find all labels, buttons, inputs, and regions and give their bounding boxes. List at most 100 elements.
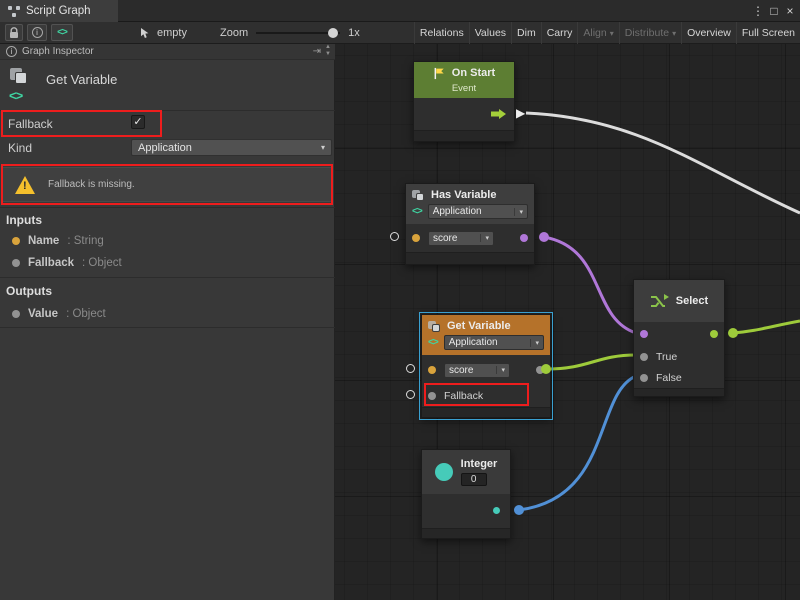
inspected-unit-title: Get Variable <box>46 72 117 87</box>
menu-icon[interactable]: ⋮ <box>750 4 766 18</box>
zoom-slider-handle[interactable] <box>328 28 338 38</box>
input-row-fallback: Fallback : Object <box>0 254 335 272</box>
integer-output-port[interactable] <box>493 507 500 514</box>
getvariable-name-unconnected-port[interactable] <box>406 364 415 373</box>
check-icon: ✓ <box>133 116 142 128</box>
break-off-icon[interactable]: ⇥ <box>313 46 321 57</box>
values-button[interactable]: Values <box>469 22 511 44</box>
lock-icon[interactable] <box>5 24 23 41</box>
warning-text: Fallback is missing. <box>48 179 135 190</box>
output-row-value: Value : Object <box>0 305 335 323</box>
code-icon[interactable]: <> <box>51 24 73 41</box>
node-get-variable[interactable]: Get Variable <> Application ▾ score ▾ Fa… <box>421 314 551 418</box>
inspector-header-label: Graph Inspector <box>22 46 94 57</box>
false-input-port[interactable] <box>640 374 648 382</box>
overview-button[interactable]: Overview <box>681 22 736 44</box>
zoom-slider[interactable] <box>256 27 340 39</box>
name-input-port[interactable] <box>412 234 420 242</box>
kind-dropdown[interactable]: Application ▾ <box>444 335 544 350</box>
node-title: Integer <box>461 458 498 470</box>
string-port-icon <box>12 237 20 245</box>
fallback-toggle-label: Fallback <box>8 117 53 131</box>
distribute-button[interactable]: Distribute▾ <box>619 22 681 44</box>
chevron-down-icon: ▾ <box>514 208 523 216</box>
close-icon[interactable]: × <box>782 4 798 18</box>
code-glyph: <> <box>57 27 67 38</box>
inputs-header: Inputs <box>6 213 42 227</box>
hasvariable-unconnected-port[interactable] <box>390 232 399 241</box>
warning-box: ! Fallback is missing. <box>2 167 332 202</box>
onstart-flow-output-port[interactable]: ▶ <box>516 107 525 119</box>
chevron-down-icon: ▾ <box>496 366 505 374</box>
graph-toolbar: i <> empty Zoom 1x Relations Values Dim … <box>0 22 800 44</box>
scroll-down-icon[interactable]: ▼ <box>325 51 331 58</box>
object-port-icon <box>12 259 20 267</box>
select-icon <box>650 294 669 309</box>
flag-icon <box>433 67 446 80</box>
variables-icon <box>412 190 425 201</box>
tab-label: Script Graph <box>26 5 91 17</box>
node-title: Has Variable <box>431 189 496 201</box>
integer-value-field[interactable]: 0 <box>461 473 487 486</box>
zoom-control: Zoom 1x <box>220 22 360 44</box>
integer-output-dot[interactable] <box>514 505 524 515</box>
inspector-header: i Graph Inspector ⇥ ▲ ▼ <box>0 44 335 60</box>
variable-name-dropdown[interactable]: score ▾ <box>428 231 494 246</box>
toolbar-buttons: Relations Values Dim Carry Align▾ Distri… <box>414 22 800 44</box>
zoom-label: Zoom <box>220 27 248 39</box>
outputs-header: Outputs <box>6 284 52 298</box>
inspector-scrollbar[interactable]: ▲ ▼ <box>322 44 334 60</box>
chevron-down-icon: ▾ <box>672 23 676 44</box>
false-port-label: False <box>656 372 682 384</box>
info-glyph: i <box>32 27 43 38</box>
selection-label: empty <box>157 27 187 39</box>
scroll-up-icon[interactable]: ▲ <box>325 44 331 51</box>
variable-name-dropdown[interactable]: score ▾ <box>444 363 510 378</box>
pointer-icon <box>140 27 151 39</box>
graph-canvas[interactable] <box>335 44 800 600</box>
script-graph-icon <box>8 6 20 17</box>
align-button[interactable]: Align▾ <box>577 22 618 44</box>
relations-button[interactable]: Relations <box>414 22 469 44</box>
fallback-input-port[interactable] <box>428 392 436 400</box>
zoom-value: 1x <box>348 27 360 39</box>
node-title: Get Variable <box>447 320 511 332</box>
select-output-dot[interactable] <box>728 328 738 338</box>
node-title: Select <box>676 295 708 307</box>
node-has-variable[interactable]: Has Variable <> Application ▾ score ▾ <box>405 183 535 265</box>
maximize-icon[interactable]: □ <box>766 4 782 18</box>
chevron-down-icon: ▾ <box>480 234 489 242</box>
kind-dropdown[interactable]: Application ▾ <box>131 139 332 156</box>
kind-value: Application <box>138 142 192 154</box>
variables-icon <box>10 68 30 85</box>
script-graph-window: Script Graph ⋮ □ × i <> empty Zoom 1x Re… <box>0 0 800 600</box>
fallback-port-label: Fallback <box>444 390 483 402</box>
bool-output-port[interactable] <box>520 234 528 242</box>
fullscreen-button[interactable]: Full Screen <box>736 22 800 44</box>
chevron-down-icon: ▾ <box>321 143 325 152</box>
variables-icon <box>428 321 441 332</box>
node-integer[interactable]: Integer 0 <box>421 449 511 539</box>
titlebar: Script Graph ⋮ □ × <box>0 0 800 22</box>
carry-button[interactable]: Carry <box>541 22 578 44</box>
selection-indicator: empty <box>140 22 187 44</box>
tab-script-graph[interactable]: Script Graph <box>0 0 118 22</box>
node-on-start[interactable]: On Start Event <box>413 61 515 142</box>
getvariable-fallback-unconnected-port[interactable] <box>406 390 415 399</box>
kind-dropdown[interactable]: Application ▾ <box>428 204 528 219</box>
getvariable-output-dot[interactable] <box>541 364 551 374</box>
code-icon: <> <box>428 337 438 348</box>
node-subtitle: Event <box>452 83 476 94</box>
hasvariable-output-dot[interactable] <box>539 232 549 242</box>
fallback-checkbox[interactable]: ✓ <box>131 115 145 129</box>
warning-icon: ! <box>15 176 35 194</box>
name-input-port[interactable] <box>428 366 436 374</box>
selection-output-port[interactable] <box>710 330 718 338</box>
node-select[interactable]: Select True False <box>633 279 725 397</box>
info-icon[interactable]: i <box>27 24 47 41</box>
true-input-port[interactable] <box>640 353 648 361</box>
condition-input-port[interactable] <box>640 330 648 338</box>
object-port-icon <box>12 310 20 318</box>
dim-button[interactable]: Dim <box>511 22 541 44</box>
chevron-down-icon: ▾ <box>530 339 539 347</box>
